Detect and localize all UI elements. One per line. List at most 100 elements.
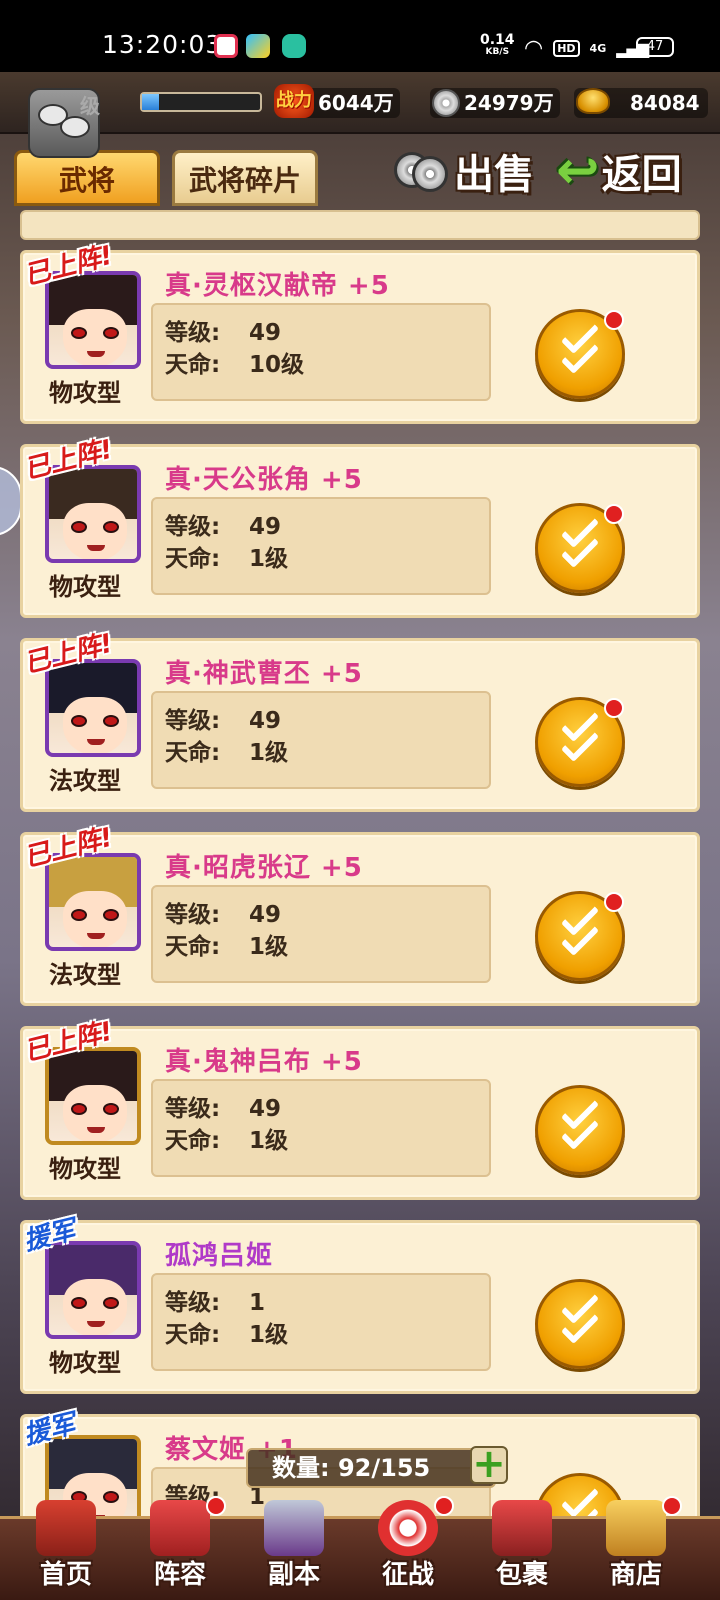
app-notification-icon — [214, 34, 238, 58]
hero-type: 法攻型 — [49, 767, 121, 795]
nav-item[interactable]: 阵容 — [128, 1494, 232, 1600]
power-chip: 战力 6044万 — [274, 84, 400, 118]
exp-bar-fill — [142, 94, 159, 110]
hero-name: 真·昭虎张辽 +5 — [165, 853, 363, 883]
level-key: 等级: — [165, 1096, 221, 1122]
hero-list[interactable]: 已上阵! 物攻型 真·灵枢汉献帝 +5 等级: 49 天命: 10级 已上阵! 物攻… — [0, 206, 720, 1516]
silver-chip: 24979万 — [430, 88, 560, 118]
fate-key: 天命: — [165, 740, 221, 766]
network-type: 4G — [589, 42, 607, 55]
fate-value: 1级 — [249, 740, 289, 766]
hero-face — [63, 1085, 127, 1141]
net-speed: 0.14 KB/S — [480, 32, 515, 58]
hero-face — [63, 503, 127, 559]
hero-face — [63, 891, 127, 947]
fate-key: 天命: — [165, 1128, 221, 1154]
chat-app-icon — [282, 34, 306, 58]
nav-item[interactable]: 征战 — [356, 1494, 460, 1600]
hero-eye — [103, 909, 119, 921]
hero-card[interactable]: 已上阵! 物攻型 真·灵枢汉献帝 +5 等级: 49 天命: 10级 — [20, 241, 700, 424]
hero-card[interactable]: 已上阵! 物攻型 真·鬼神吕布 +5 等级: 49 天命: 1级 — [20, 1017, 700, 1200]
hero-type: 物攻型 — [49, 1155, 121, 1183]
status-icons: ◠ HD 4G ▂▄▆ — [524, 36, 649, 61]
expand-detail-button[interactable] — [535, 1279, 625, 1369]
net-speed-value: 0.14 — [480, 32, 515, 48]
player-level-label: 级 — [80, 94, 100, 118]
hero-portrait[interactable] — [45, 853, 141, 951]
expand-detail-button[interactable] — [535, 309, 625, 399]
hero-face — [63, 697, 127, 753]
bag-icon — [492, 1500, 552, 1556]
hero-info-box: 等级: 49 天命: 1级 — [151, 885, 491, 983]
hero-portrait[interactable] — [45, 1047, 141, 1145]
hero-eye — [71, 909, 87, 921]
hero-eye — [71, 715, 87, 727]
hero-eye — [103, 1103, 119, 1115]
dungeon-icon — [264, 1500, 324, 1556]
notification-dot — [604, 892, 624, 912]
tab-heroes[interactable]: 武将 — [14, 150, 160, 206]
hero-eye — [71, 327, 87, 339]
sell-label: 出售 — [454, 152, 534, 198]
back-button[interactable]: ↩ 返回 — [556, 141, 682, 201]
hero-eye — [103, 1297, 119, 1309]
expand-detail-button[interactable] — [535, 891, 625, 981]
hero-fate-row: 天命: 1级 — [165, 733, 288, 767]
power-value: 6044万 — [318, 91, 394, 115]
hero-portrait[interactable] — [45, 465, 141, 563]
expand-capacity-button[interactable]: + — [470, 1444, 508, 1484]
hero-info-box: 等级: 1 天命: 1级 — [151, 1273, 491, 1371]
hero-fate-row: 天命: 1级 — [165, 539, 288, 573]
hero-face — [63, 309, 127, 365]
level-key: 等级: — [165, 514, 221, 540]
fate-value: 1级 — [249, 1128, 289, 1154]
hero-level-row: 等级: 49 — [165, 1089, 281, 1123]
level-key: 等级: — [165, 708, 221, 734]
hero-card[interactable]: 已上阵! 法攻型 真·昭虎张辽 +5 等级: 49 天命: 1级 — [20, 823, 700, 1006]
hero-portrait[interactable] — [45, 1241, 141, 1339]
nav-item[interactable]: 首页 — [14, 1494, 118, 1600]
home-icon — [36, 1500, 96, 1556]
hd-badge: HD — [553, 40, 580, 57]
expand-detail-button[interactable] — [535, 1085, 625, 1175]
nav-label: 商店 — [609, 1560, 662, 1590]
hero-level-row: 等级: 49 — [165, 701, 281, 735]
notification-dot — [434, 1496, 454, 1516]
hero-type: 物攻型 — [49, 379, 121, 407]
hero-eye — [71, 1297, 87, 1309]
fate-key: 天命: — [165, 546, 221, 572]
hero-eye — [103, 327, 119, 339]
level-key: 等级: — [165, 320, 221, 346]
expand-detail-button[interactable] — [535, 697, 625, 787]
hero-eye — [71, 521, 87, 533]
hero-type: 物攻型 — [49, 1349, 121, 1377]
fate-value: 1级 — [249, 546, 289, 572]
level-value: 49 — [249, 902, 282, 928]
nav-item[interactable]: 包裹 — [470, 1494, 574, 1600]
expand-detail-button[interactable] — [535, 503, 625, 593]
sell-button[interactable]: 出售 — [394, 146, 534, 198]
nav-label: 包裹 — [495, 1560, 548, 1590]
hero-card[interactable]: 已上阵! 法攻型 真·神武曹丕 +5 等级: 49 天命: 1级 — [20, 629, 700, 812]
fate-key: 天命: — [165, 1322, 221, 1348]
lineup-icon — [150, 1500, 210, 1556]
tab-hero-fragments[interactable]: 武将碎片 — [172, 150, 318, 206]
fate-value: 1级 — [249, 934, 289, 960]
level-value: 49 — [249, 320, 282, 346]
nav-item[interactable]: 商店 — [584, 1494, 688, 1600]
hero-card[interactable]: 援军 物攻型 孤鸿吕姬 等级: 1 天命: 1级 — [20, 1215, 700, 1394]
hero-card[interactable]: 已上阵! 物攻型 真·天公张角 +5 等级: 49 天命: 1级 — [20, 435, 700, 618]
quantity-label: 数量: 92/155 — [246, 1448, 496, 1488]
silver-coin-icon — [432, 89, 460, 117]
shop-icon — [606, 1500, 666, 1556]
gold-ingot-icon — [576, 88, 610, 114]
fate-value: 1级 — [249, 1322, 289, 1348]
hero-type: 法攻型 — [49, 961, 121, 989]
exp-bar — [140, 92, 262, 112]
back-arrow-icon: ↩ — [556, 141, 600, 201]
battle-icon — [378, 1500, 438, 1556]
notification-dot — [206, 1496, 226, 1516]
hero-portrait[interactable] — [45, 271, 141, 369]
nav-item[interactable]: 副本 — [242, 1494, 346, 1600]
hero-portrait[interactable] — [45, 659, 141, 757]
